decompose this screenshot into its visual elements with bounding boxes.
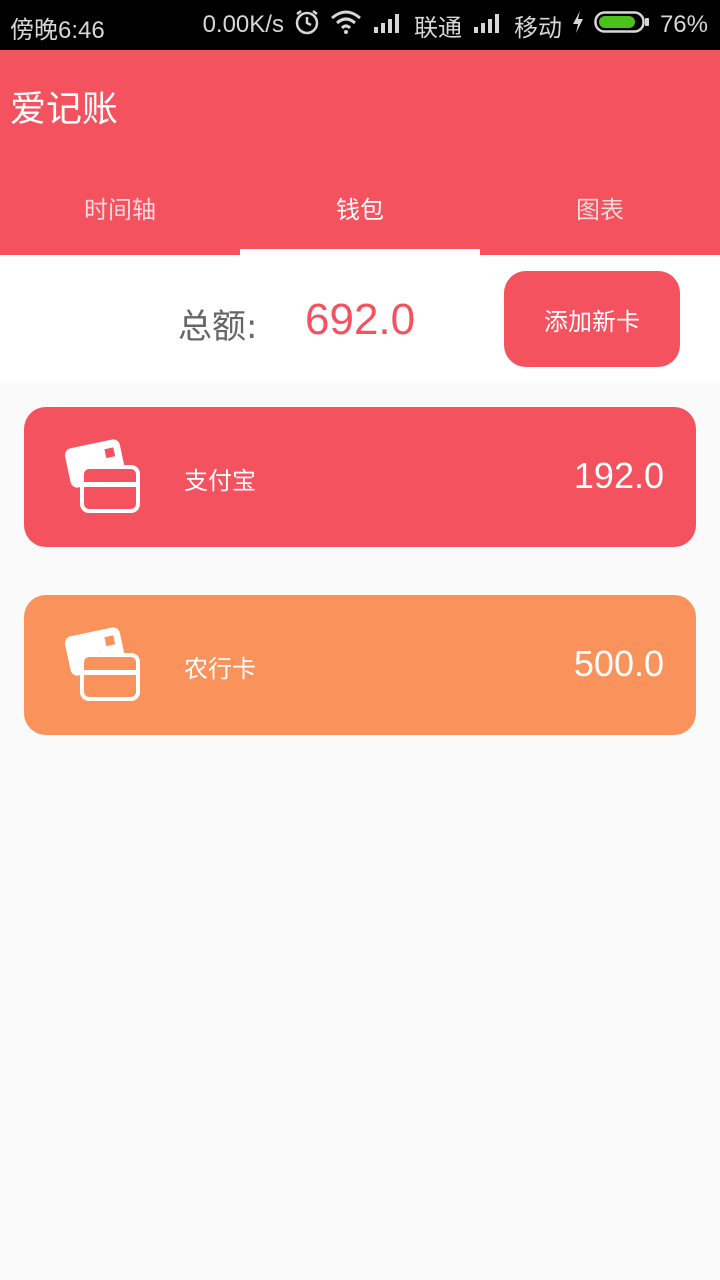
charging-icon (572, 10, 584, 40)
alarm-icon (294, 9, 320, 42)
app-bar: 爱记账 时间轴 钱包 图表 (0, 50, 720, 255)
wallet-summary: 总额: 692.0 添加新卡 (0, 255, 720, 383)
tab-wallet[interactable]: 钱包 (240, 170, 480, 255)
card-name: 支付宝 (184, 467, 256, 495)
cards-icon (64, 437, 144, 517)
card-amount: 500.0 (573, 643, 664, 684)
battery-icon (594, 10, 650, 41)
add-card-button[interactable]: 添加新卡 (504, 271, 680, 367)
tab-label: 钱包 (336, 196, 384, 224)
tab-label: 图表 (576, 196, 624, 224)
carrier-1: 联通 (413, 14, 462, 42)
app-title: 爱记账 (10, 89, 119, 130)
status-bar: 傍晚6:46 0.00K/s 联通 移动 76% (0, 0, 720, 50)
wallet-card-abc[interactable]: 农行卡 500.0 (24, 595, 696, 735)
status-time: 傍晚6:46 (10, 17, 105, 44)
wifi-icon (330, 10, 362, 41)
net-speed: 0.00K/s (202, 11, 284, 38)
battery-percent: 76% (659, 11, 708, 38)
tab-charts[interactable]: 图表 (480, 170, 720, 255)
signal-icon (372, 11, 404, 40)
status-right: 0.00K/s 联通 移动 76% (203, 0, 708, 50)
tab-timeline[interactable]: 时间轴 (0, 170, 240, 255)
carrier-2: 移动 (513, 14, 562, 42)
tab-label: 时间轴 (84, 196, 156, 224)
signal-icon (472, 11, 504, 40)
tab-bar: 时间轴 钱包 图表 (0, 170, 720, 255)
cards-icon (64, 625, 144, 705)
total-value: 692.0 (305, 295, 416, 344)
card-amount: 192.0 (573, 455, 664, 496)
card-name: 农行卡 (184, 655, 256, 683)
total-label: 总额: (178, 307, 258, 347)
wallet-card-alipay[interactable]: 支付宝 192.0 (24, 407, 696, 547)
